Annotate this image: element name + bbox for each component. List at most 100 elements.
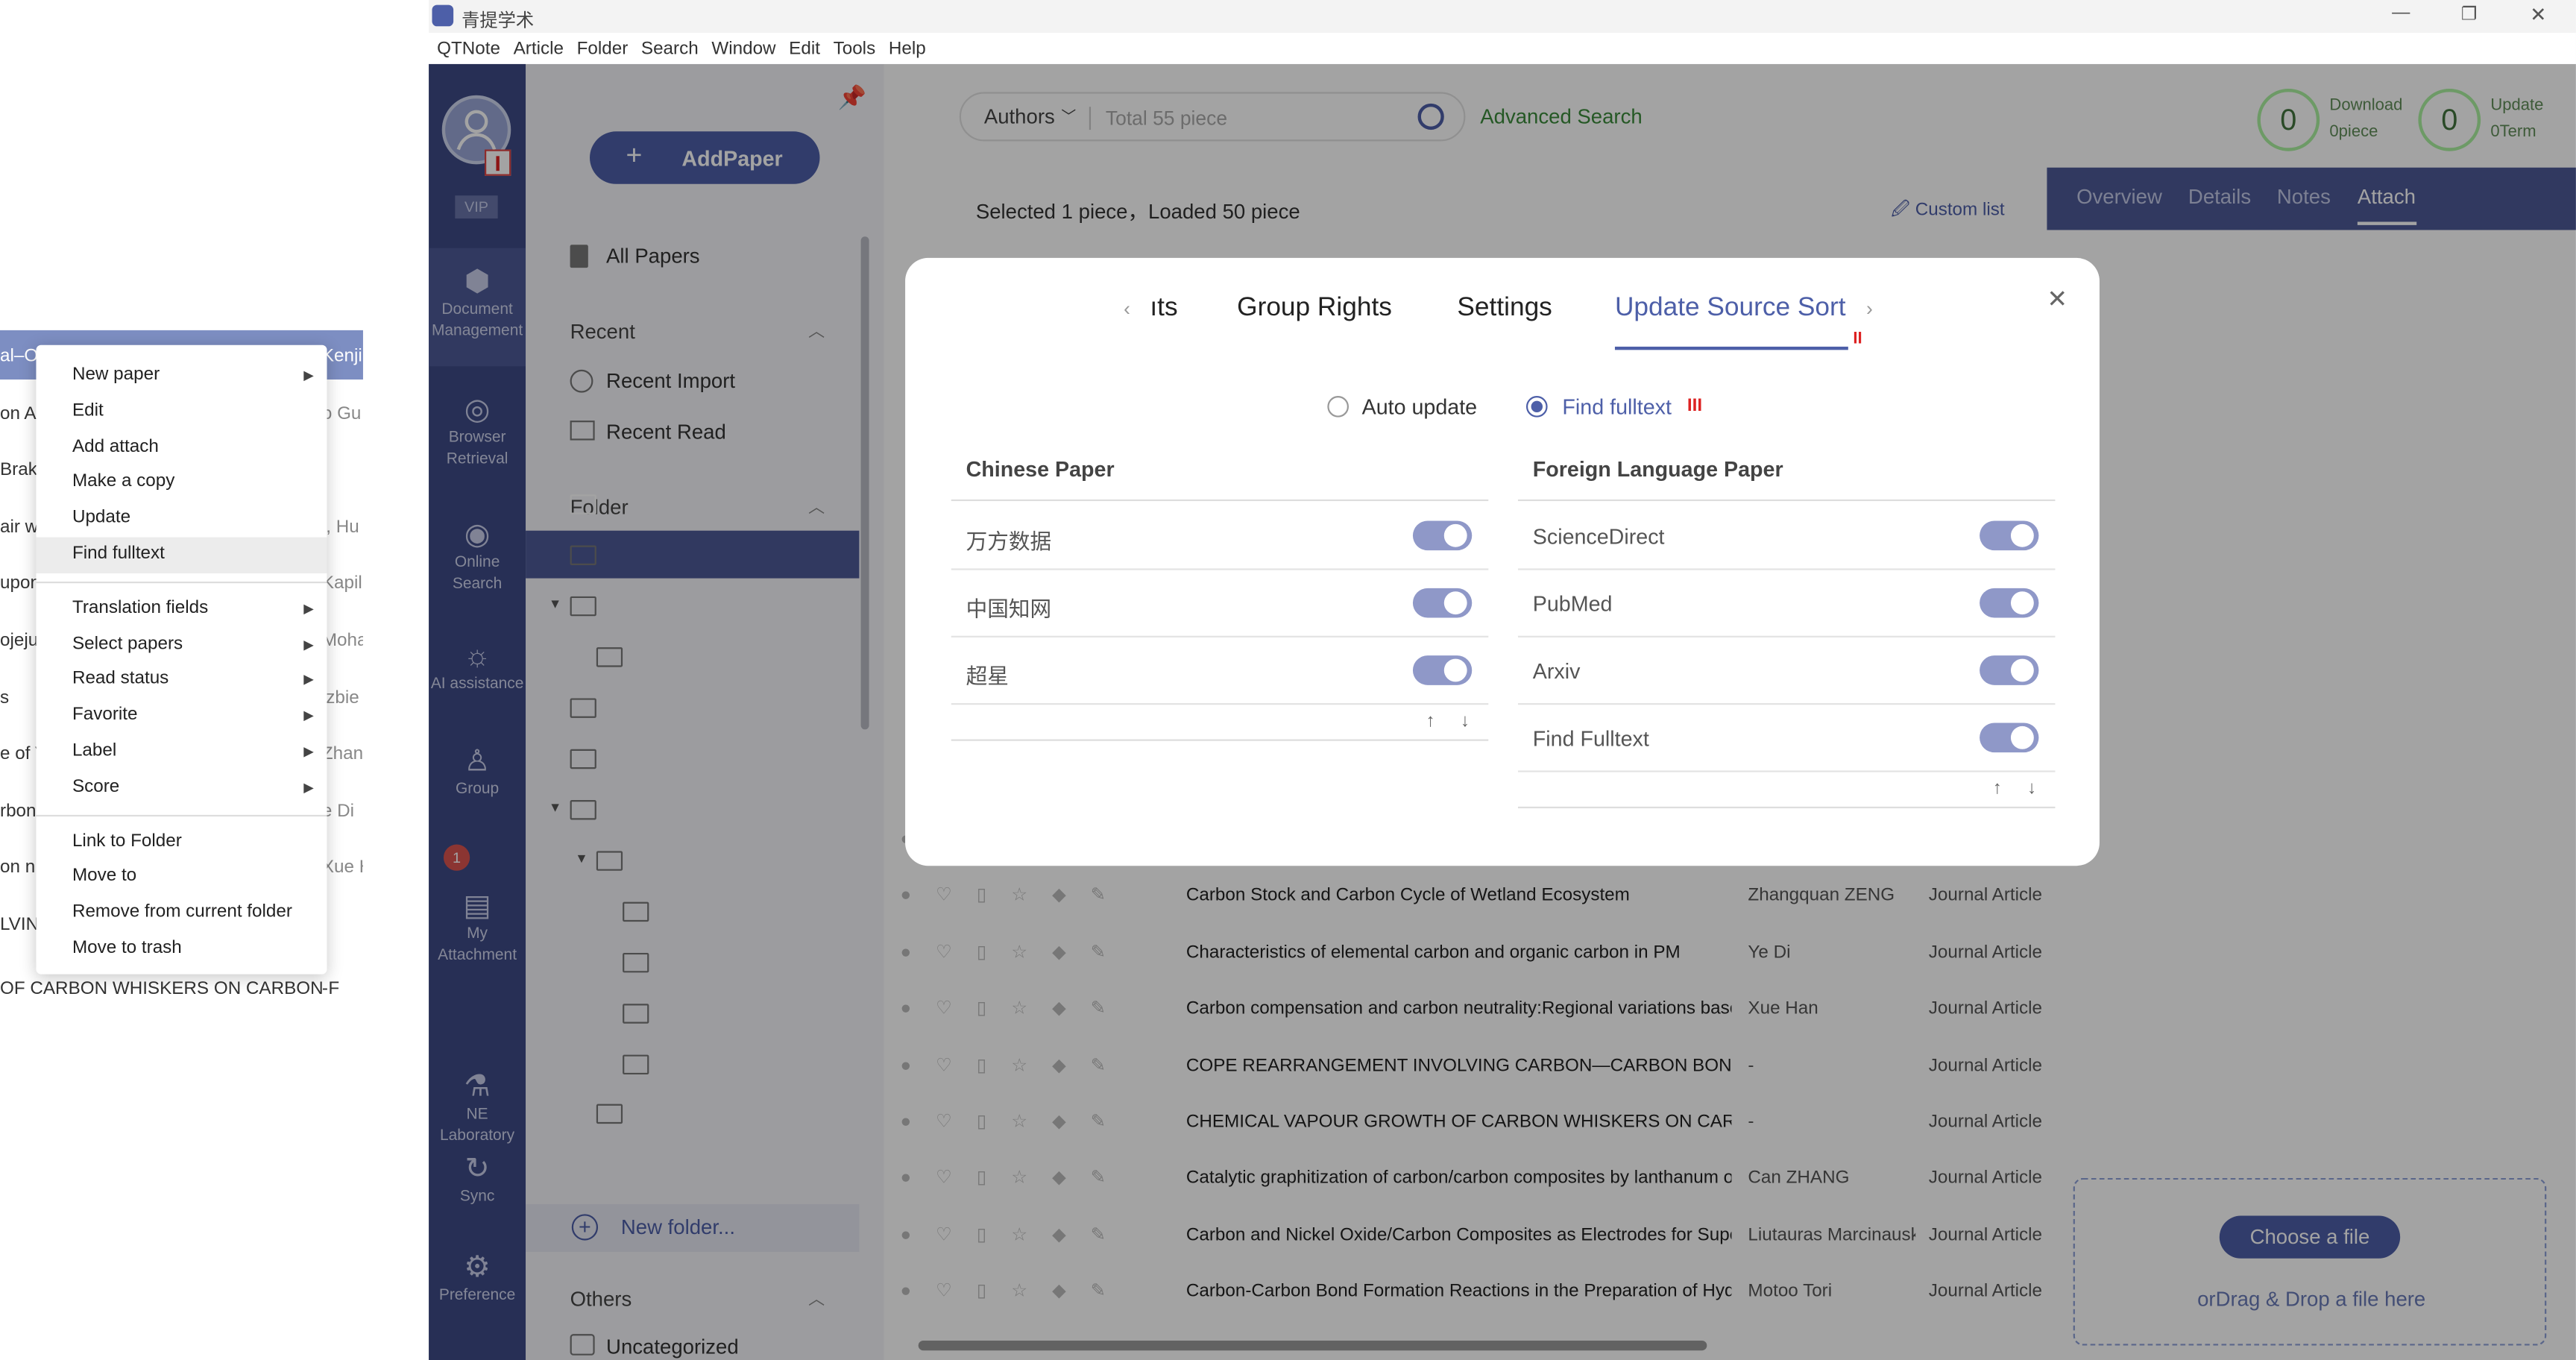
menu-item-label: Edit bbox=[72, 400, 104, 421]
bg-row-title: on n bbox=[0, 858, 36, 878]
menu-item-label: Remove from current folder bbox=[72, 902, 292, 922]
bg-row-title: LVIN bbox=[0, 915, 40, 935]
auto-update-label[interactable]: Auto update bbox=[1362, 394, 1478, 419]
menu-item[interactable]: Find fulltext bbox=[36, 537, 327, 573]
sort-controls: ↑ ↓ bbox=[951, 705, 1489, 741]
menu-item-label: Translation fields bbox=[72, 597, 209, 617]
sort-controls: ↑ ↓ bbox=[1517, 772, 2056, 809]
menu-item-label: Make a copy bbox=[72, 472, 175, 492]
menu-item[interactable]: Link to Folder bbox=[36, 824, 327, 860]
menu-item[interactable]: Make a copy bbox=[36, 465, 327, 501]
source-row[interactable]: PubMed bbox=[1517, 570, 2056, 638]
bg-row-author: - bbox=[321, 979, 328, 999]
bg-row-title: s bbox=[0, 687, 10, 708]
source-name: Arxiv bbox=[1532, 658, 1581, 684]
source-toggle[interactable] bbox=[1980, 588, 2039, 618]
source-row[interactable]: 中国知网 bbox=[951, 570, 1489, 638]
menu-item[interactable]: Label ▶ bbox=[36, 734, 327, 770]
bg-row-author: Kapil bbox=[321, 573, 362, 594]
menu-item-label: Move to trash bbox=[72, 938, 182, 958]
menu-item[interactable]: Move to bbox=[36, 860, 327, 895]
menu-window[interactable]: Window bbox=[711, 39, 775, 58]
menu-separator bbox=[36, 813, 327, 816]
menu-item[interactable]: Favorite ▶ bbox=[36, 699, 327, 734]
menu-item-label: Read status bbox=[72, 669, 169, 690]
menu-separator bbox=[36, 581, 327, 583]
submenu-arrow-icon: ▶ bbox=[303, 636, 314, 652]
menu-item[interactable]: Read status ▶ bbox=[36, 663, 327, 699]
tab-update-source-sort[interactable]: Update Source Sort bbox=[1615, 294, 1846, 324]
menu-folder[interactable]: Folder bbox=[577, 39, 629, 58]
menu-item[interactable]: Add attach bbox=[36, 429, 327, 465]
minimize-icon[interactable]: — bbox=[2392, 3, 2410, 22]
source-toggle[interactable] bbox=[1980, 655, 2039, 685]
menu-help[interactable]: Help bbox=[889, 39, 926, 58]
bg-row-title: OF CARBON WHISKERS ON CARBON F bbox=[0, 979, 340, 999]
find-fulltext-label[interactable]: Find fulltext bbox=[1562, 394, 1671, 419]
bg-row-author: i, Hu bbox=[321, 517, 359, 538]
menu-item-label: New paper bbox=[72, 365, 160, 385]
menu-article[interactable]: Article bbox=[514, 39, 564, 58]
bg-row-title: al–O bbox=[0, 346, 39, 367]
title-bar: 青提学术 — ❐ ✕ bbox=[429, 0, 2576, 34]
submenu-arrow-icon: ▶ bbox=[303, 780, 314, 795]
find-fulltext-radio[interactable] bbox=[1525, 396, 1548, 418]
source-toggle[interactable] bbox=[1980, 722, 2039, 753]
bg-row-author: lzbie bbox=[321, 687, 359, 708]
divider bbox=[1517, 499, 2056, 502]
app-logo-icon bbox=[432, 4, 454, 27]
source-name: Find Fulltext bbox=[1532, 725, 1649, 751]
move-down-icon[interactable]: ↓ bbox=[2027, 778, 2036, 798]
menu-item[interactable]: Update bbox=[36, 501, 327, 537]
menu-bar: QTNote Article Folder Search Window Edit Tools… bbox=[429, 33, 2576, 64]
source-row[interactable]: ScienceDirect bbox=[1517, 503, 2056, 570]
context-menu: New paper ▶ Edit Add attach Make a copy Updat… bbox=[36, 344, 327, 975]
menu-item-label: Add attach bbox=[72, 436, 159, 456]
source-toggle[interactable] bbox=[1412, 655, 1473, 685]
source-toggle[interactable] bbox=[1412, 520, 1473, 551]
menu-qtnote[interactable]: QTNote bbox=[437, 39, 500, 58]
menu-item-label: Favorite bbox=[72, 705, 138, 725]
maximize-icon[interactable]: ❐ bbox=[2461, 3, 2478, 25]
active-tab-underline bbox=[1614, 346, 1848, 350]
foreign-paper-title: Foreign Language Paper bbox=[1532, 456, 1783, 482]
submenu-arrow-icon: ▶ bbox=[303, 744, 314, 759]
menu-item[interactable]: Select papers ▶ bbox=[36, 627, 327, 663]
menu-search[interactable]: Search bbox=[641, 39, 699, 58]
close-icon[interactable]: ✕ bbox=[2047, 284, 2068, 313]
move-up-icon[interactable]: ↑ bbox=[1426, 711, 1435, 731]
tab-group-rights[interactable]: Group Rights bbox=[1237, 294, 1392, 324]
source-row[interactable]: Find Fulltext bbox=[1517, 705, 2056, 772]
tabs-prev-icon[interactable]: ‹ bbox=[1124, 298, 1130, 321]
menu-item-label: Link to Folder bbox=[72, 830, 182, 851]
menu-item[interactable]: Translation fields ▶ bbox=[36, 591, 327, 627]
settings-dialog: ‹ ıts Group Rights Settings Update Sourc… bbox=[905, 257, 2100, 866]
source-row[interactable]: Arxiv bbox=[1517, 638, 2056, 705]
menu-item-label: Score bbox=[72, 776, 120, 797]
auto-update-radio[interactable] bbox=[1327, 396, 1349, 418]
submenu-arrow-icon: ▶ bbox=[303, 708, 314, 723]
tabs-next-icon[interactable]: › bbox=[1866, 298, 1873, 321]
close-window-icon[interactable]: ✕ bbox=[2530, 3, 2546, 26]
menu-item[interactable]: Score ▶ bbox=[36, 770, 327, 806]
move-down-icon[interactable]: ↓ bbox=[1461, 711, 1470, 731]
menu-item-label: Find fulltext bbox=[72, 544, 165, 564]
bg-row-title: rbon bbox=[0, 801, 37, 822]
tab-settings[interactable]: Settings bbox=[1457, 294, 1552, 324]
source-toggle[interactable] bbox=[1980, 520, 2039, 551]
move-up-icon[interactable]: ↑ bbox=[1993, 778, 2002, 798]
source-name: 中国知网 bbox=[966, 596, 1052, 621]
bg-row-author: Xue H bbox=[321, 858, 363, 878]
menu-item[interactable]: Edit bbox=[36, 394, 327, 429]
menu-edit[interactable]: Edit bbox=[789, 39, 820, 58]
source-toggle[interactable] bbox=[1412, 588, 1473, 618]
bg-row-title: on A bbox=[0, 403, 37, 424]
bg-row-author: Kenji bbox=[321, 346, 362, 367]
menu-item[interactable]: Remove from current folder bbox=[36, 895, 327, 931]
menu-item[interactable]: Move to trash bbox=[36, 931, 327, 967]
tab-permissions[interactable]: ıts bbox=[1150, 294, 1177, 324]
menu-item[interactable]: New paper ▶ bbox=[36, 358, 327, 394]
source-row[interactable]: 万方数据 bbox=[951, 503, 1489, 570]
menu-tools[interactable]: Tools bbox=[834, 39, 876, 58]
source-row[interactable]: 超星 bbox=[951, 638, 1489, 705]
